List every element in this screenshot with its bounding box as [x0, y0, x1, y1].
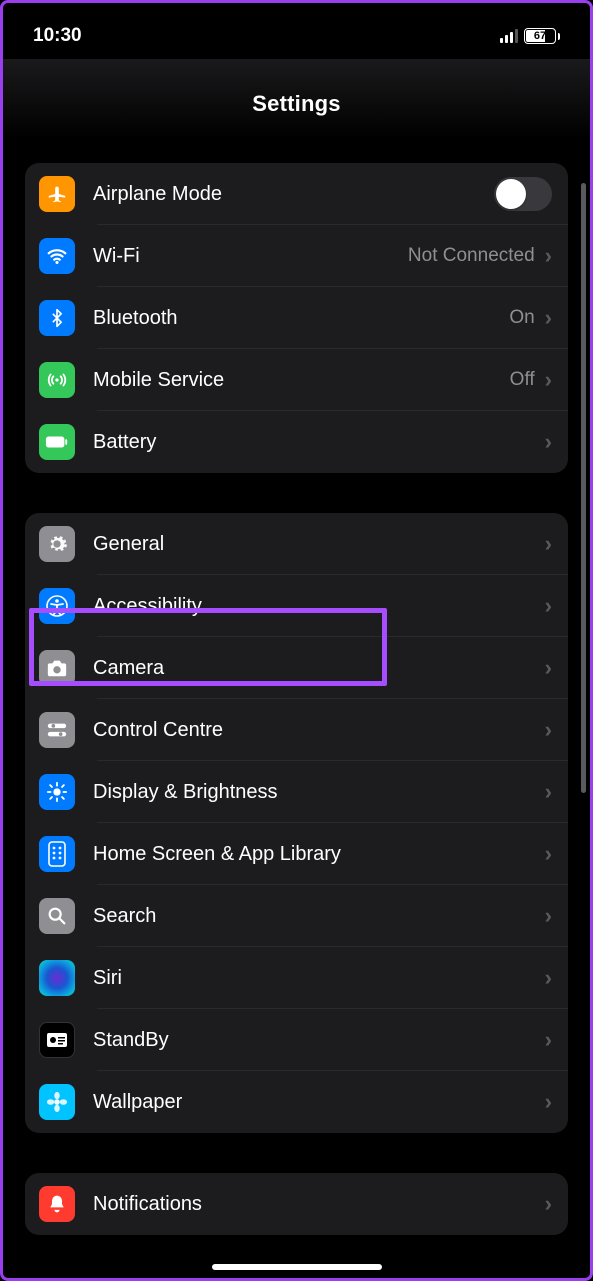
row-value: Not Connected	[408, 245, 535, 267]
settings-group: General›Accessibility›Camera›Control Cen…	[25, 513, 568, 1133]
brightness-icon	[39, 774, 75, 810]
row-general[interactable]: General›	[25, 513, 568, 575]
row-battery[interactable]: Battery›	[25, 411, 568, 473]
row-search[interactable]: Search›	[25, 885, 568, 947]
row-label: General	[93, 533, 545, 556]
page-title: Settings	[3, 91, 590, 117]
cellular-signal-icon	[500, 29, 518, 43]
airplane-icon	[39, 176, 75, 212]
chevron-right-icon: ›	[545, 429, 552, 455]
camera-icon	[39, 650, 75, 686]
chevron-right-icon: ›	[545, 1027, 552, 1053]
row-value: Off	[510, 369, 535, 391]
row-label: Airplane Mode	[93, 183, 494, 206]
wifi-icon	[39, 238, 75, 274]
status-bar: 10:30 67	[3, 3, 590, 59]
row-label: Siri	[93, 967, 545, 990]
row-label: Camera	[93, 657, 545, 680]
chevron-right-icon: ›	[545, 367, 552, 393]
row-label: Mobile Service	[93, 369, 510, 392]
chevron-right-icon: ›	[545, 903, 552, 929]
row-camera[interactable]: Camera›	[25, 637, 568, 699]
chevron-right-icon: ›	[545, 305, 552, 331]
row-label: Notifications	[93, 1193, 545, 1216]
row-siri[interactable]: Siri›	[25, 947, 568, 1009]
scrollbar-thumb[interactable]	[581, 183, 586, 793]
row-label: Wi-Fi	[93, 245, 408, 268]
search-icon	[39, 898, 75, 934]
row-label: Battery	[93, 431, 545, 454]
row-value: On	[509, 307, 534, 329]
chevron-right-icon: ›	[545, 779, 552, 805]
standby-icon	[39, 1022, 75, 1058]
accessibility-icon	[39, 588, 75, 624]
chevron-right-icon: ›	[545, 717, 552, 743]
phone-grid-icon	[39, 836, 75, 872]
chevron-right-icon: ›	[545, 531, 552, 557]
page-header: Settings	[3, 59, 590, 139]
row-mobile[interactable]: Mobile ServiceOff ›	[25, 349, 568, 411]
status-time: 10:30	[33, 25, 82, 47]
gear-icon	[39, 526, 75, 562]
row-label: Home Screen & App Library	[93, 843, 545, 866]
row-label: Search	[93, 905, 545, 928]
row-label: Display & Brightness	[93, 781, 545, 804]
row-standby[interactable]: StandBy›	[25, 1009, 568, 1071]
sliders-icon	[39, 712, 75, 748]
row-label: Bluetooth	[93, 307, 509, 330]
settings-group: Notifications›	[25, 1173, 568, 1235]
chevron-right-icon: ›	[545, 1089, 552, 1115]
bell-icon	[39, 1186, 75, 1222]
chevron-right-icon: ›	[545, 593, 552, 619]
settings-group: Airplane ModeWi-FiNot Connected›Bluetoot…	[25, 163, 568, 473]
chevron-right-icon: ›	[545, 655, 552, 681]
row-display[interactable]: Display & Brightness›	[25, 761, 568, 823]
chevron-right-icon: ›	[545, 1191, 552, 1217]
battery-indicator: 67	[524, 28, 560, 44]
row-home-screen[interactable]: Home Screen & App Library›	[25, 823, 568, 885]
row-wifi[interactable]: Wi-FiNot Connected ›	[25, 225, 568, 287]
chevron-right-icon: ›	[545, 841, 552, 867]
row-label: Accessibility	[93, 595, 545, 618]
home-indicator[interactable]	[212, 1264, 382, 1270]
row-control-centre[interactable]: Control Centre›	[25, 699, 568, 761]
row-wallpaper[interactable]: Wallpaper›	[25, 1071, 568, 1133]
settings-scroll-area[interactable]: Airplane ModeWi-FiNot Connected›Bluetoot…	[3, 133, 590, 1278]
antenna-icon	[39, 362, 75, 398]
status-indicators: 67	[500, 28, 560, 44]
battery-icon	[39, 424, 75, 460]
row-accessibility[interactable]: Accessibility›	[25, 575, 568, 637]
row-bluetooth[interactable]: BluetoothOn ›	[25, 287, 568, 349]
airplane-toggle[interactable]	[494, 177, 552, 211]
row-airplane[interactable]: Airplane Mode	[25, 163, 568, 225]
chevron-right-icon: ›	[545, 243, 552, 269]
wallpaper-icon	[39, 1084, 75, 1120]
row-label: StandBy	[93, 1029, 545, 1052]
bluetooth-icon	[39, 300, 75, 336]
row-notifications[interactable]: Notifications›	[25, 1173, 568, 1235]
chevron-right-icon: ›	[545, 965, 552, 991]
row-label: Control Centre	[93, 719, 545, 742]
siri-icon	[39, 960, 75, 996]
row-label: Wallpaper	[93, 1091, 545, 1114]
